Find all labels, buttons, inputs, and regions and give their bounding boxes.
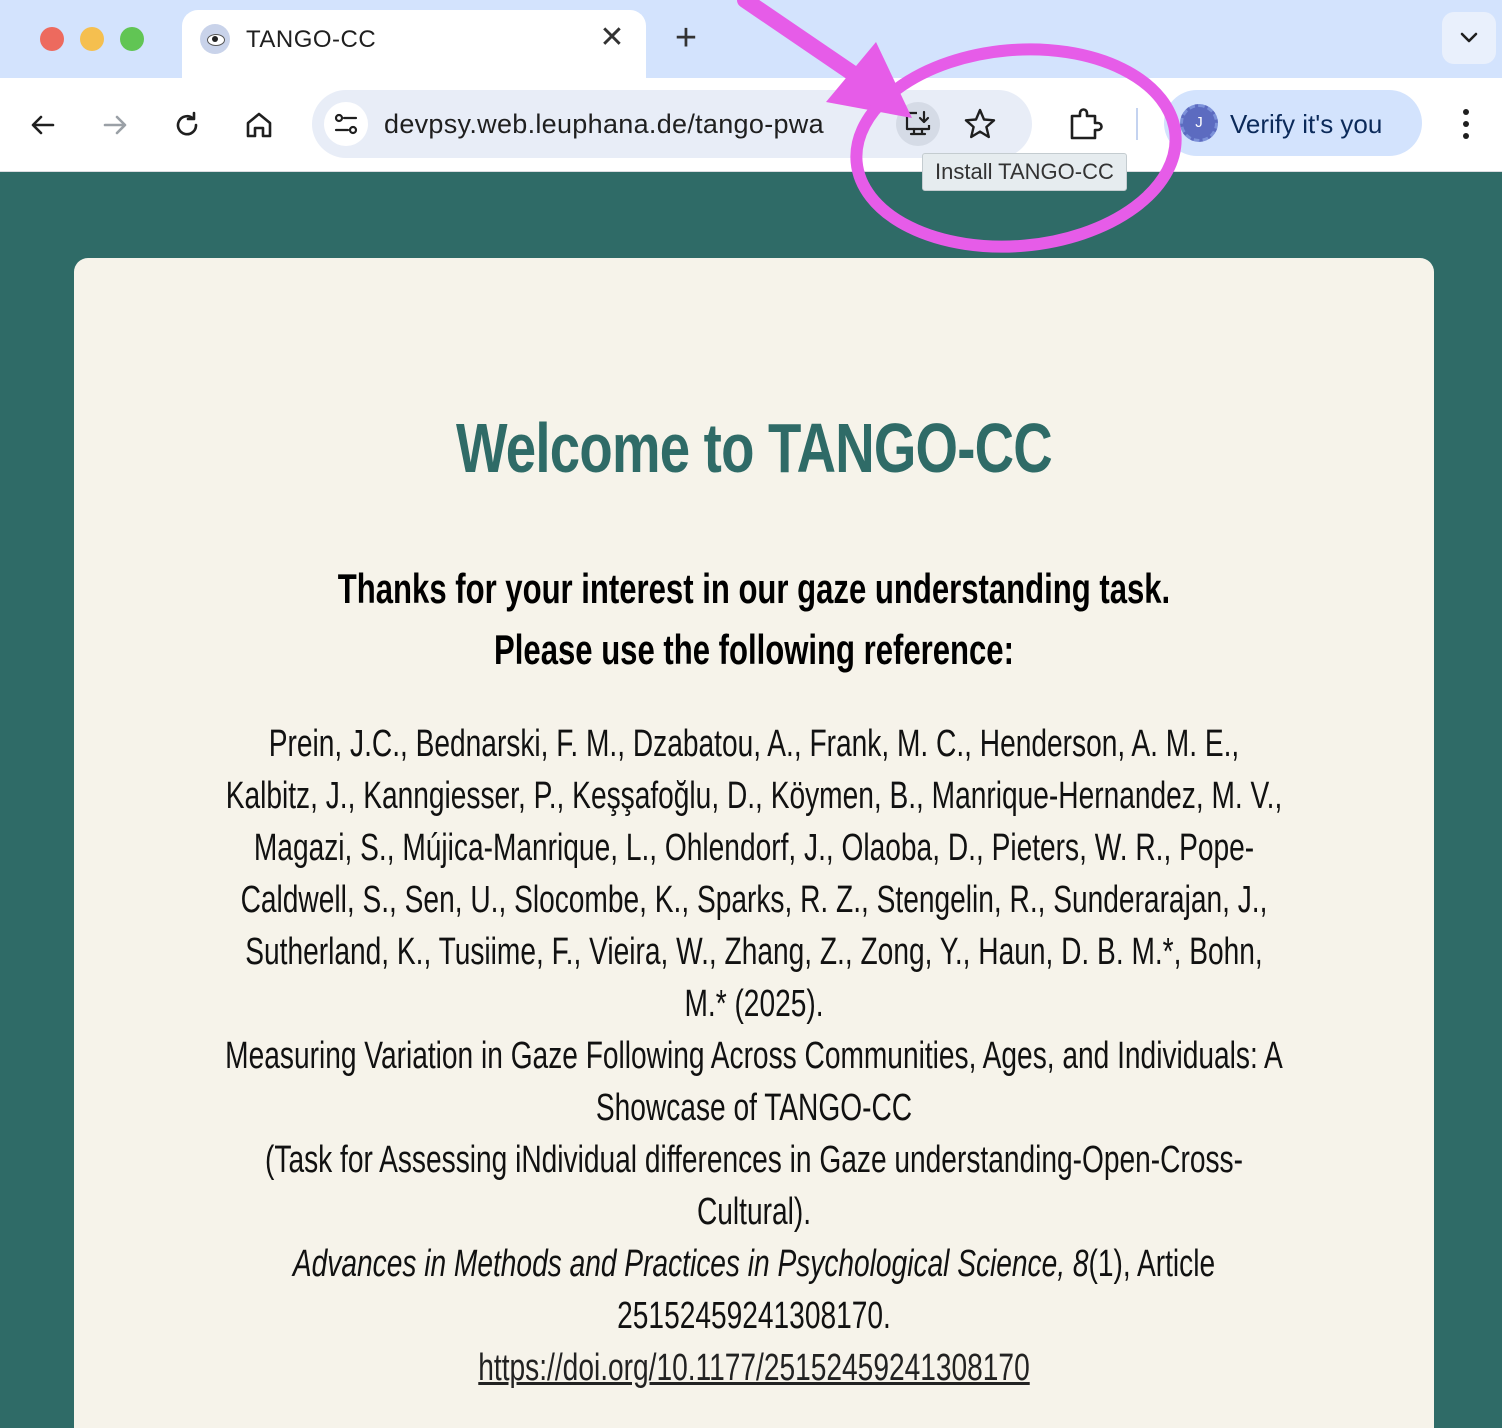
- reload-button[interactable]: [170, 108, 204, 142]
- reference-journal-line: Advances in Methods and Practices in Psy…: [225, 1238, 1283, 1342]
- reference-block: Prein, J.C., Bednarski, F. M., Dzabatou,…: [224, 718, 1284, 1394]
- intro-line-1: Thanks for your interest in our gaze und…: [337, 565, 1171, 612]
- home-icon: [246, 112, 272, 138]
- tab-title: TANGO-CC: [246, 26, 377, 53]
- reference-year: (2025).: [734, 983, 824, 1025]
- reload-icon: [176, 111, 198, 136]
- intro-line-2: Please use the following reference:: [494, 626, 1014, 673]
- avatar: J: [1180, 104, 1218, 142]
- new-tab-button[interactable]: +: [668, 18, 704, 58]
- reference-article-title: Measuring Variation in Gaze Following Ac…: [225, 1035, 1283, 1129]
- install-app-button[interactable]: [896, 102, 940, 146]
- back-button[interactable]: [26, 108, 60, 142]
- site-info-button[interactable]: [324, 102, 368, 146]
- reference-journal: Advances in Methods and Practices in Psy…: [292, 1243, 1089, 1285]
- extensions-icon[interactable]: [1066, 104, 1106, 144]
- eye-icon: [200, 24, 230, 54]
- arrow-right-icon: [103, 115, 127, 135]
- reference-authors: Prein, J.C., Bednarski, F. M., Dzabatou,…: [225, 723, 1283, 1025]
- window-maximize-button[interactable]: [120, 27, 144, 51]
- arrow-left-icon: [31, 115, 55, 135]
- tab-strip: TANGO-CC ✕ +: [0, 0, 1502, 78]
- bookmark-star-icon[interactable]: [962, 106, 998, 142]
- forward-button[interactable]: [98, 108, 132, 142]
- content-card: Welcome to TANGO-CC Thanks for your inte…: [74, 258, 1434, 1428]
- tab-tango-cc[interactable]: TANGO-CC ✕: [182, 10, 646, 78]
- page-title: Welcome to TANGO-CC: [456, 409, 1053, 487]
- browser-toolbar: devpsy.web.leuphana.de/tango-pwa J Verif…: [0, 78, 1502, 172]
- verify-label: Verify it's you: [1230, 109, 1383, 139]
- address-bar[interactable]: devpsy.web.leuphana.de/tango-pwa: [312, 90, 1032, 158]
- tune-icon: [334, 113, 358, 135]
- more-menu-icon[interactable]: [1452, 106, 1480, 142]
- window-minimize-button[interactable]: [80, 27, 104, 51]
- install-desktop-icon: [905, 110, 931, 136]
- intro-text: Thanks for your interest in our gaze und…: [251, 558, 1257, 680]
- url-text[interactable]: devpsy.web.leuphana.de/tango-pwa: [384, 109, 862, 140]
- install-tooltip: Install TANGO-CC: [922, 153, 1127, 191]
- window-close-button[interactable]: [40, 27, 64, 51]
- verify-profile-button[interactable]: J Verify it's you: [1164, 90, 1422, 156]
- tab-search-button[interactable]: [1442, 12, 1496, 64]
- home-button[interactable]: [242, 108, 276, 142]
- toolbar-divider: [1136, 108, 1138, 140]
- reference-acronym: (Task for Assessing iNdividual differenc…: [265, 1139, 1243, 1233]
- chevron-down-icon: [1460, 32, 1478, 43]
- doi-link[interactable]: https://doi.org/10.1177/2515245924130817…: [478, 1347, 1029, 1389]
- tab-close-icon[interactable]: ✕: [596, 22, 628, 54]
- browser-window: TANGO-CC ✕ + devpsy.web.leuphana.de/tang…: [0, 0, 1502, 1428]
